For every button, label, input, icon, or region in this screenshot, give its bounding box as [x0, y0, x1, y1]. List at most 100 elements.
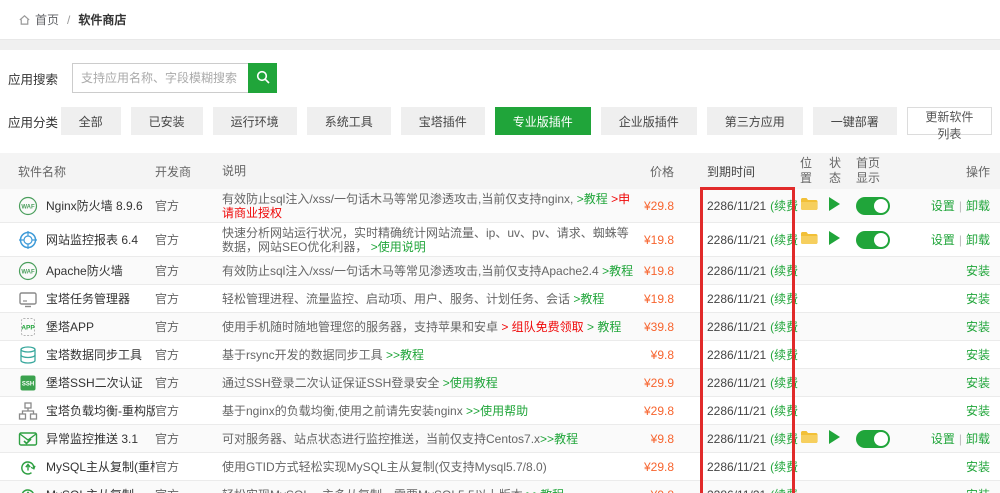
description-link[interactable]: > 组队免费领取 — [501, 320, 583, 334]
search-button[interactable] — [248, 63, 277, 93]
folder-icon[interactable] — [800, 197, 818, 211]
software-name-cell: MySQL主从复制 — [18, 485, 155, 493]
category-tab-7[interactable]: 企业版插件 — [601, 107, 697, 135]
homepage-display-toggle[interactable] — [856, 231, 890, 249]
software-name-cell: WAF Apache防火墙 — [18, 261, 155, 281]
expire-cell: 2286/11/21(续费) — [674, 197, 798, 214]
description-link[interactable]: >使用教程 — [443, 376, 498, 390]
header-expire: 到期时间 — [674, 163, 798, 180]
renew-link[interactable]: (续费) — [770, 233, 798, 247]
vendor-label: 官方 — [155, 374, 222, 391]
status-cell — [826, 430, 853, 447]
category-tab-1[interactable]: 全部 — [61, 107, 121, 135]
folder-icon[interactable] — [800, 430, 818, 444]
header-description: 说明 — [222, 164, 634, 178]
renew-link[interactable]: (续费) — [770, 488, 798, 493]
renew-link[interactable]: (续费) — [770, 376, 798, 390]
renew-link[interactable]: (续费) — [770, 432, 798, 446]
install-link[interactable]: 安装 — [966, 292, 990, 306]
description-link[interactable]: >教程 — [577, 192, 608, 206]
description: 轻松实现MySQL一主多从复制，需要MySQL5.5以上版本 >>教程 — [222, 488, 634, 493]
vendor-label: 官方 — [155, 458, 222, 475]
svg-text:WAF: WAF — [21, 204, 35, 210]
folder-icon[interactable] — [800, 231, 818, 245]
price: ¥19.8 — [634, 233, 674, 247]
description-link[interactable]: >使用说明 — [371, 240, 426, 254]
home-icon — [18, 13, 31, 26]
install-link[interactable]: 安装 — [966, 460, 990, 474]
category-tab-6[interactable]: 专业版插件 — [495, 107, 591, 135]
uninstall-link[interactable]: 卸载 — [966, 199, 990, 213]
category-tab-9[interactable]: 一键部署 — [813, 107, 897, 135]
vendor-label: 官方 — [155, 290, 222, 307]
display-cell — [853, 430, 901, 448]
homepage-display-toggle[interactable] — [856, 430, 890, 448]
play-icon[interactable] — [829, 197, 840, 211]
price: ¥19.8 — [634, 292, 674, 306]
price: ¥9.8 — [634, 348, 674, 362]
description-link[interactable]: >>教程 — [526, 488, 564, 493]
settings-link[interactable]: 设置 — [931, 199, 955, 213]
description-link[interactable]: > 教程 — [587, 320, 621, 334]
software-name-cell: 宝塔任务管理器 — [18, 289, 155, 309]
renew-link[interactable]: (续费) — [770, 292, 798, 306]
waf-icon: WAF — [18, 196, 38, 216]
breadcrumb-home-link[interactable]: 首页 — [35, 11, 59, 28]
mailcheck-icon — [18, 429, 38, 449]
renew-link[interactable]: (续费) — [770, 264, 798, 278]
category-tab-3[interactable]: 运行环境 — [213, 107, 297, 135]
renew-link[interactable]: (续费) — [770, 404, 798, 418]
app-category-section: 应用分类 全部已安装运行环境系统工具宝塔插件专业版插件企业版插件第三方应用一键部… — [8, 107, 992, 135]
vendor-label: 官方 — [155, 262, 222, 279]
expire-cell: 2286/11/21(续费) — [674, 402, 798, 419]
tree-icon — [18, 401, 38, 421]
action-cell: 安装 — [901, 458, 1000, 475]
category-tab-2[interactable]: 已安装 — [131, 107, 203, 135]
homepage-display-toggle[interactable] — [856, 197, 890, 215]
renew-link[interactable]: (续费) — [770, 348, 798, 362]
display-cell — [853, 197, 901, 215]
uninstall-link[interactable]: 卸载 — [966, 233, 990, 247]
software-name-cell: MySQL主从复制(重构版) — [18, 457, 155, 477]
renew-link[interactable]: (续费) — [770, 320, 798, 334]
update-software-list-button[interactable]: 更新软件列表 — [907, 107, 992, 135]
description-text: 轻松管理进程、流量监控、启动项、用户、服务、计划任务、会话 — [222, 292, 573, 306]
synccloud-icon — [18, 485, 38, 493]
search-input[interactable] — [72, 63, 248, 93]
software-name: 网站监控报表 6.4 — [46, 231, 138, 248]
software-name: 宝塔任务管理器 — [46, 290, 130, 307]
software-name-cell: 异常监控推送 3.1 — [18, 429, 155, 449]
category-tab-5[interactable]: 宝塔插件 — [401, 107, 485, 135]
install-link[interactable]: 安装 — [966, 264, 990, 278]
expire-date: 2286/11/21 — [707, 376, 766, 390]
install-link[interactable]: 安装 — [966, 404, 990, 418]
description-link[interactable]: >教程 — [573, 292, 604, 306]
install-link[interactable]: 安装 — [966, 376, 990, 390]
software-name: Apache防火墙 — [46, 262, 123, 279]
play-icon[interactable] — [829, 430, 840, 444]
header-price: 价格 — [634, 163, 674, 180]
category-tab-4[interactable]: 系统工具 — [307, 107, 391, 135]
action-cell: 安装 — [901, 290, 1000, 307]
table-row: MySQL主从复制 官方 轻松实现MySQL一主多从复制，需要MySQL5.5以… — [0, 481, 1000, 493]
display-cell — [853, 231, 901, 249]
settings-link[interactable]: 设置 — [931, 233, 955, 247]
expire-date: 2286/11/21 — [707, 264, 766, 278]
install-link[interactable]: 安装 — [966, 348, 990, 362]
play-icon[interactable] — [829, 231, 840, 245]
expire-cell: 2286/11/21 (续费) — [674, 262, 798, 279]
software-name-cell: 网站监控报表 6.4 — [18, 230, 155, 250]
expire-cell: 2286/11/21(续费) — [674, 346, 798, 363]
settings-link[interactable]: 设置 — [931, 432, 955, 446]
renew-link[interactable]: (续费) — [770, 460, 798, 474]
description-link[interactable]: >教程 — [602, 264, 633, 278]
page-divider — [0, 40, 1000, 50]
install-link[interactable]: 安装 — [966, 488, 990, 493]
uninstall-link[interactable]: 卸载 — [966, 432, 990, 446]
renew-link[interactable]: (续费) — [770, 199, 798, 213]
category-tab-8[interactable]: 第三方应用 — [707, 107, 803, 135]
description-link[interactable]: >>教程 — [386, 348, 424, 362]
install-link[interactable]: 安装 — [966, 320, 990, 334]
description-link[interactable]: >>使用帮助 — [466, 404, 528, 418]
description-link[interactable]: >>教程 — [540, 432, 578, 446]
